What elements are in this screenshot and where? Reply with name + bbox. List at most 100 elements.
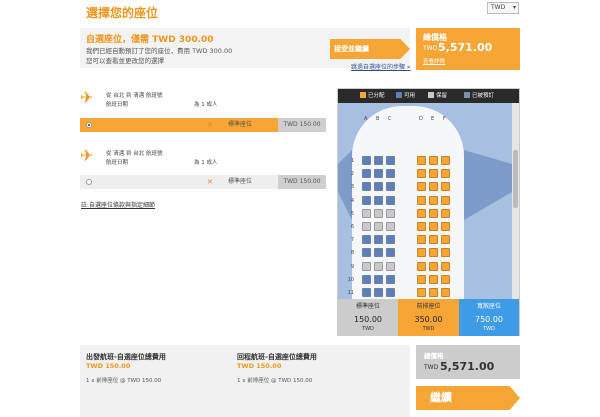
seat-3F[interactable]	[441, 182, 450, 192]
total-currency: TWD	[423, 45, 438, 52]
seat-radio[interactable]	[86, 179, 92, 185]
seat-4B[interactable]	[374, 195, 383, 205]
seat-price: TWD 150.00	[278, 175, 326, 189]
seat-7B[interactable]	[374, 235, 383, 245]
flight-seat-row[interactable]: ✕ 標準座位 TWD 150.00	[80, 175, 326, 189]
seatmap-scroll-thumb[interactable]	[513, 150, 518, 208]
seat-9C[interactable]	[386, 261, 395, 271]
seat-radio[interactable]	[86, 122, 92, 128]
seat-11D[interactable]	[417, 288, 426, 297]
seat-8C[interactable]	[386, 248, 395, 258]
seat-1A[interactable]	[362, 156, 371, 165]
seat-5B[interactable]	[374, 208, 383, 218]
seat-9B[interactable]	[374, 261, 383, 271]
seat-2D[interactable]	[417, 169, 426, 179]
seat-10C[interactable]	[386, 274, 395, 284]
seat-4D[interactable]	[417, 195, 426, 205]
seat-6F[interactable]	[441, 222, 450, 231]
seat-2E[interactable]	[429, 169, 438, 179]
flight-date-label: 航班日期	[106, 102, 129, 108]
category-price: 750.00	[475, 315, 503, 324]
category-front-row[interactable]: 前排座位 350.00 TWD	[398, 299, 459, 336]
outbound-fee-price: TWD 150.00	[86, 362, 131, 370]
seat-5C[interactable]	[386, 208, 395, 218]
seat-11E[interactable]	[429, 288, 438, 297]
seat-3C[interactable]	[386, 182, 395, 192]
passenger-count: 為 1 成人	[194, 160, 218, 166]
flight-seat-row[interactable]: ✕ 標準座位 TWD 150.00	[80, 118, 326, 132]
seat-10A[interactable]	[362, 274, 371, 284]
seat-6D[interactable]	[417, 222, 426, 231]
seat-10F[interactable]	[441, 274, 450, 284]
chevron-down-icon: ▾	[512, 4, 516, 11]
seat-10E[interactable]	[429, 274, 438, 284]
seat-8B[interactable]	[374, 248, 383, 258]
seat-9E[interactable]	[429, 261, 438, 271]
offer-text-2: 您可以查看並更改您的選擇	[86, 57, 164, 65]
seat-11A[interactable]	[362, 288, 371, 297]
remove-seat-icon[interactable]: ✕	[207, 118, 213, 132]
seat-10B[interactable]	[374, 274, 383, 284]
seat-2B[interactable]	[374, 169, 383, 179]
seat-1E[interactable]	[429, 156, 438, 165]
seat-6E[interactable]	[429, 222, 438, 231]
remove-seat-icon[interactable]: ✕	[207, 175, 213, 189]
outbound-fee-title: 出發航班-自選座位總費用	[86, 353, 166, 361]
legend-reserved: 保留	[428, 89, 447, 103]
seat-rules-link[interactable]: 註:自選座位條款與指定細節	[81, 200, 155, 209]
seat-type: 標準座位	[228, 178, 253, 185]
seat-8A[interactable]	[362, 248, 371, 258]
seat-9F[interactable]	[441, 261, 450, 271]
seat-5D[interactable]	[417, 208, 426, 218]
seat-column-label: E	[431, 116, 435, 122]
seat-4E[interactable]	[429, 195, 438, 205]
skip-seat-selection-link[interactable]: 跳過自選座位的步驟 »	[351, 62, 411, 71]
seat-5A[interactable]	[362, 208, 371, 218]
seat-7D[interactable]	[417, 235, 426, 245]
seat-7C[interactable]	[386, 235, 395, 245]
seat-9D[interactable]	[417, 261, 426, 271]
seat-6C[interactable]	[386, 222, 395, 231]
seat-row-number: 11	[347, 290, 354, 296]
seat-10D[interactable]	[417, 274, 426, 284]
seat-9A[interactable]	[362, 261, 371, 271]
seat-7A[interactable]	[362, 235, 371, 245]
seat-5F[interactable]	[441, 208, 450, 218]
seat-6A[interactable]	[362, 222, 371, 231]
category-spacious[interactable]: 寬敞座位 750.00 TWD	[459, 299, 519, 336]
seat-3E[interactable]	[429, 182, 438, 192]
seat-11C[interactable]	[386, 288, 395, 297]
seat-3B[interactable]	[374, 182, 383, 192]
seat-7E[interactable]	[429, 235, 438, 245]
seat-column-label: C	[388, 116, 392, 122]
total-details-link[interactable]: 查看詳情	[423, 57, 445, 65]
category-standard[interactable]: 標準座位 150.00 TWD	[338, 299, 398, 336]
seat-8D[interactable]	[417, 248, 426, 258]
seat-11F[interactable]	[441, 288, 450, 297]
seat-legend: 已分配 可用 保留 已被預訂	[338, 89, 519, 103]
seat-7F[interactable]	[441, 235, 450, 245]
seat-5E[interactable]	[429, 208, 438, 218]
continue-button[interactable]: 繼續	[416, 386, 520, 410]
seat-4C[interactable]	[386, 195, 395, 205]
accept-continue-button[interactable]: 接受並繼續	[330, 39, 410, 59]
seat-8F[interactable]	[441, 248, 450, 258]
seat-1F[interactable]	[441, 156, 450, 165]
currency-select[interactable]: TWD ▾	[487, 2, 519, 14]
seat-8E[interactable]	[429, 248, 438, 258]
seat-6B[interactable]	[374, 222, 383, 231]
seat-2C[interactable]	[386, 169, 395, 179]
seat-row-number: 6	[350, 224, 354, 230]
seat-1C[interactable]	[386, 156, 395, 165]
page-title: 選擇您的座位	[86, 6, 159, 20]
seat-3A[interactable]	[362, 182, 371, 192]
seat-4F[interactable]	[441, 195, 450, 205]
seat-4A[interactable]	[362, 195, 371, 205]
category-name: 前排座位	[416, 303, 441, 310]
seat-1B[interactable]	[374, 156, 383, 165]
seat-11B[interactable]	[374, 288, 383, 297]
seat-3D[interactable]	[417, 182, 426, 192]
seat-1D[interactable]	[417, 156, 426, 165]
seat-2F[interactable]	[441, 169, 450, 179]
seat-2A[interactable]	[362, 169, 371, 179]
